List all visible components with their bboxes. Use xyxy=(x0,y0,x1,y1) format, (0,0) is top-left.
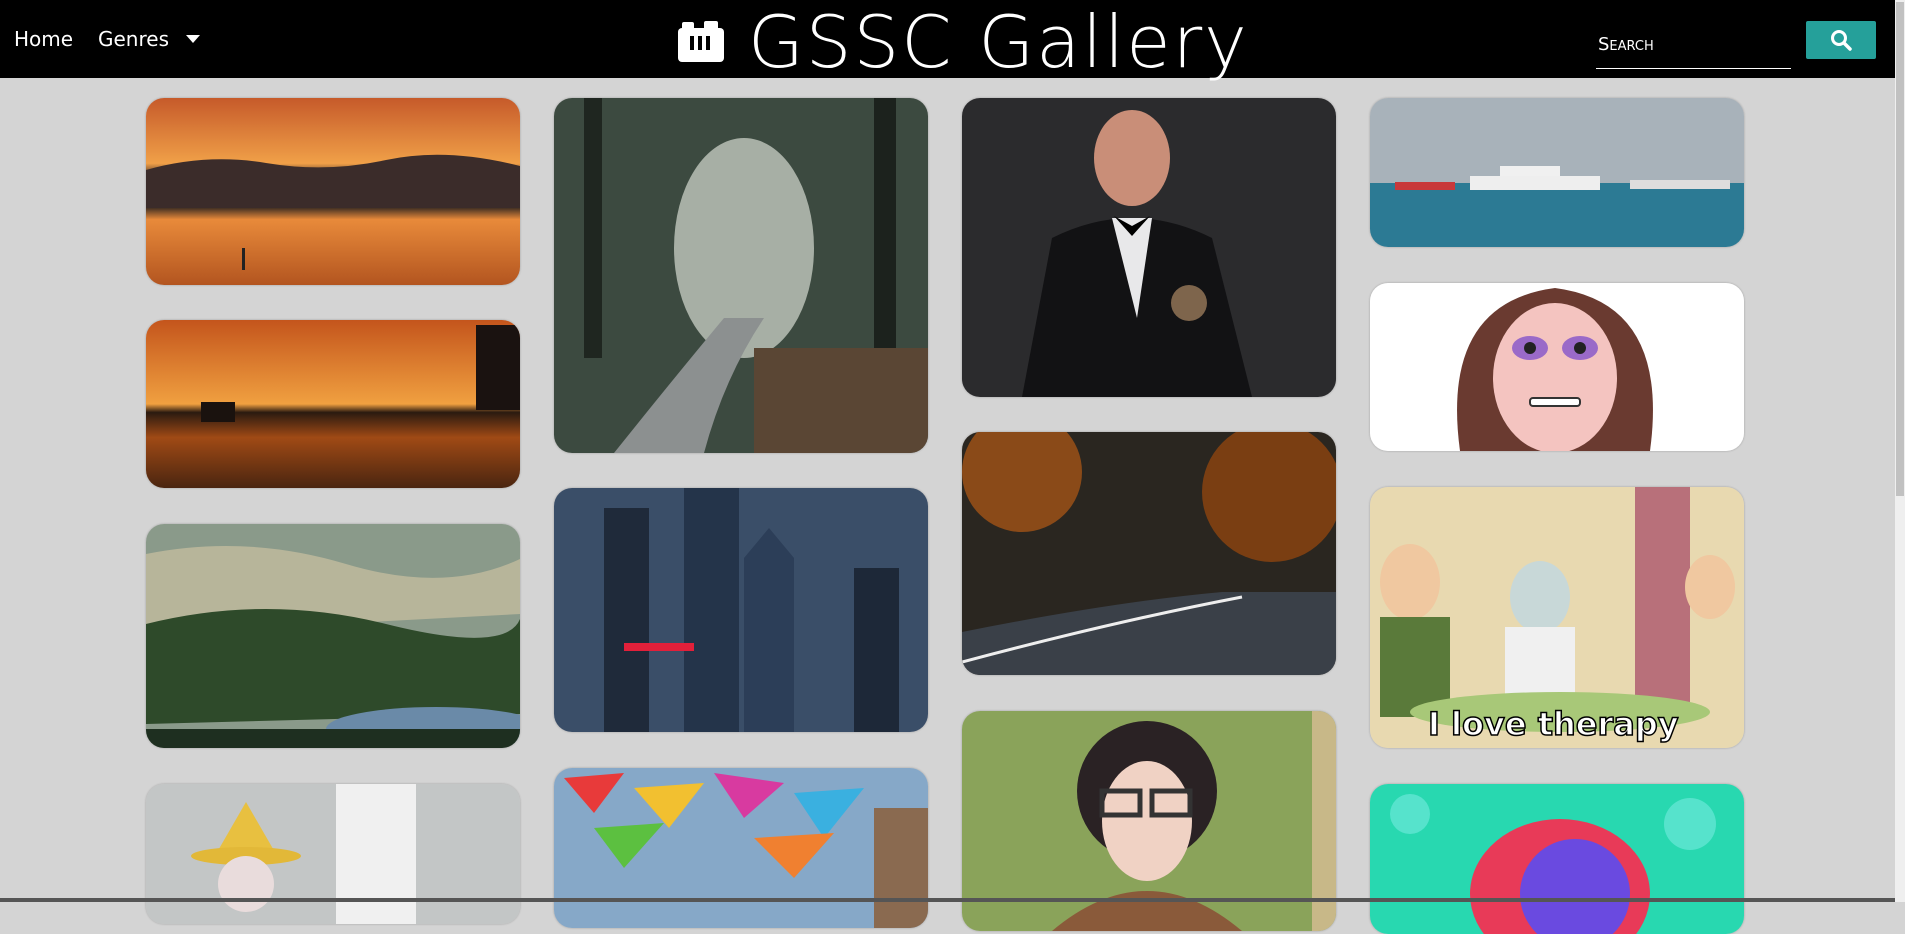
gallery-image-ships-at-sea[interactable] xyxy=(1370,98,1744,247)
gallery-image-forest-lake-aerial[interactable] xyxy=(146,524,520,748)
search-icon xyxy=(1831,30,1852,51)
brand-logo[interactable]: GSSC Gallery xyxy=(676,6,1249,78)
gallery-image-harbor-sunset[interactable] xyxy=(146,320,520,488)
gallery-image-man-in-tuxedo[interactable] xyxy=(962,98,1336,397)
gallery-image-forest-road[interactable] xyxy=(554,98,928,453)
scrollbar-thumb[interactable] xyxy=(1896,2,1904,496)
nav-home-link[interactable]: Home xyxy=(14,27,73,51)
gallery-image-city-skyline[interactable] xyxy=(554,488,928,732)
gallery-image-sunset-lake[interactable] xyxy=(146,98,520,285)
gallery-image-rick-and-morty-therapy[interactable]: I love therapy xyxy=(1370,487,1744,748)
nav-genres-link[interactable]: Genres xyxy=(98,27,169,51)
gif-caption: I love therapy xyxy=(1427,704,1679,744)
brand-title: GSSC Gallery xyxy=(748,0,1249,84)
gallery-image-wizard-toy[interactable] xyxy=(146,784,520,924)
gallery-image-autumn-road[interactable] xyxy=(962,432,1336,675)
gallery-image-colorful-bubbles[interactable] xyxy=(1370,784,1744,934)
page-scrollbar[interactable] xyxy=(1895,0,1905,902)
camera-icon xyxy=(678,21,724,62)
gallery-image-cartoon-face[interactable] xyxy=(1370,283,1744,451)
caret-down-icon[interactable] xyxy=(186,35,200,43)
gallery-image-colorful-canopy[interactable] xyxy=(554,768,928,928)
search-input[interactable] xyxy=(1596,20,1791,69)
bottom-edge xyxy=(0,898,1895,902)
search-button[interactable] xyxy=(1806,21,1876,59)
navbar: Home Genres GSSC Gallery xyxy=(0,0,1895,78)
